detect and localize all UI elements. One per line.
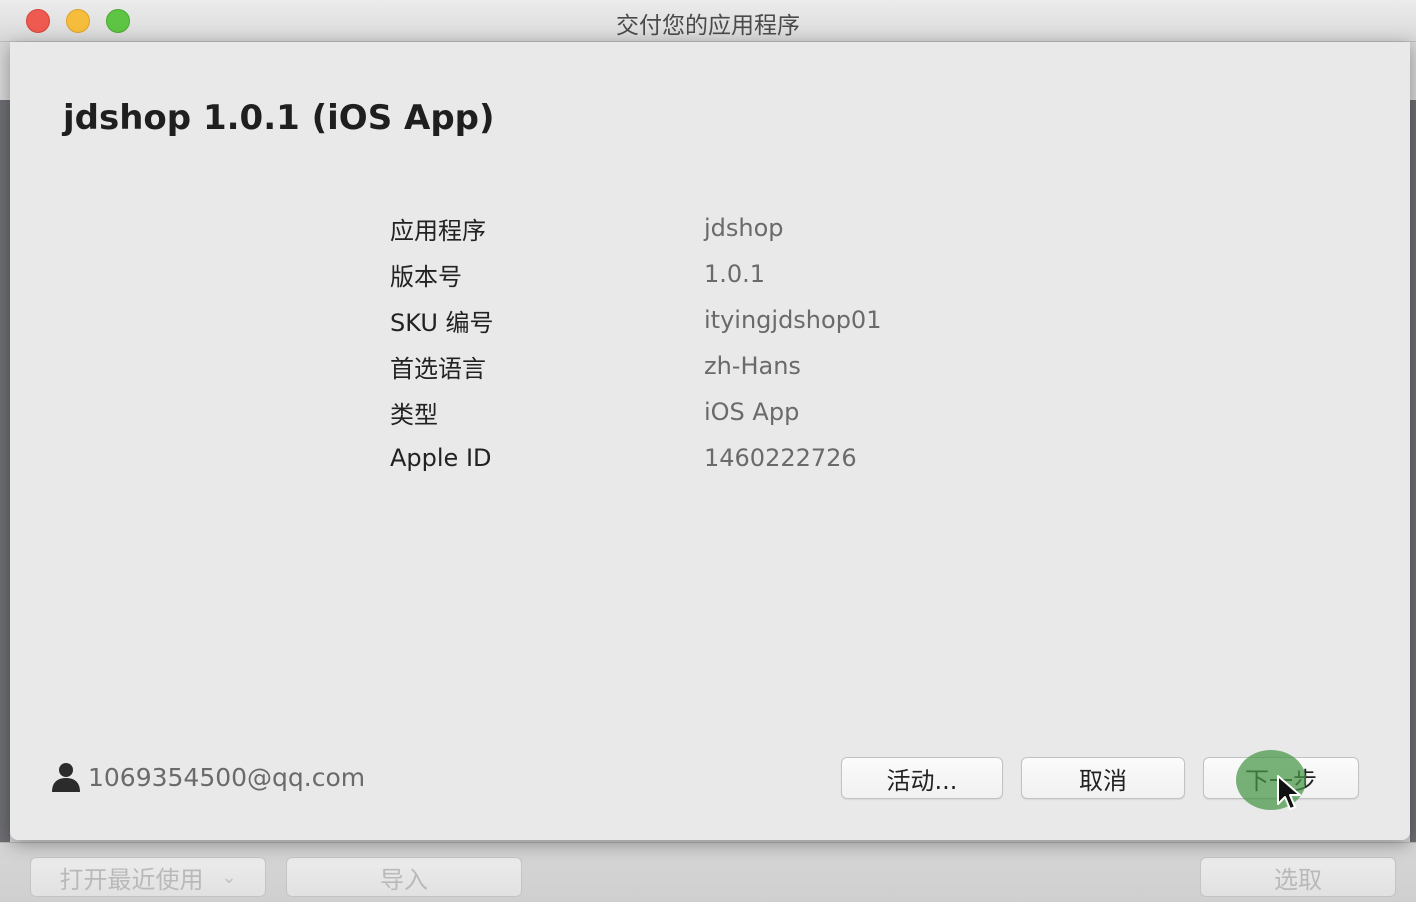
app-info-list: 应用程序 jdshop 版本号 1.0.1 SKU 编号 ityingjdsho… <box>390 205 881 481</box>
background-left-edge <box>0 100 10 845</box>
title-bar: 交付您的应用程序 <box>0 0 1416 42</box>
info-value: 1.0.1 <box>704 260 766 288</box>
info-row-app: 应用程序 jdshop <box>390 205 881 251</box>
account-info: 1069354500@qq.com <box>50 762 365 792</box>
info-value: 1460222726 <box>704 444 857 472</box>
app-heading: jdshop 1.0.1 (iOS App) <box>63 98 495 138</box>
info-label: 类型 <box>390 400 438 429</box>
info-row-sku: SKU 编号 ityingjdshop01 <box>390 297 881 343</box>
info-label: Apple ID <box>390 444 492 472</box>
info-label: 应用程序 <box>390 216 486 245</box>
activity-button[interactable]: 活动... <box>841 757 1003 799</box>
import-label: 导入 <box>380 865 428 894</box>
deliver-app-sheet: jdshop 1.0.1 (iOS App) 应用程序 jdshop 版本号 1… <box>10 42 1410 840</box>
info-row-version: 版本号 1.0.1 <box>390 251 881 297</box>
info-label: SKU 编号 <box>390 308 494 337</box>
info-label: 首选语言 <box>390 354 486 383</box>
account-email: 1069354500@qq.com <box>88 762 366 792</box>
info-row-apple-id: Apple ID 1460222726 <box>390 435 881 481</box>
choose-label: 选取 <box>1274 865 1322 894</box>
info-row-type: 类型 iOS App <box>390 389 881 435</box>
person-icon <box>52 763 80 792</box>
import-button[interactable]: 导入 <box>286 857 522 897</box>
window-title: 交付您的应用程序 <box>616 13 800 39</box>
info-value: ityingjdshop01 <box>704 306 882 334</box>
info-value: jdshop <box>704 214 784 242</box>
info-label: 版本号 <box>390 262 462 291</box>
mouse-cursor-icon <box>1277 775 1301 810</box>
info-value: iOS App <box>704 398 800 426</box>
cancel-button-label: 取消 <box>1079 766 1127 795</box>
info-value: zh-Hans <box>704 352 801 380</box>
info-row-language: 首选语言 zh-Hans <box>390 343 881 389</box>
activity-button-label: 活动... <box>886 766 958 795</box>
choose-button[interactable]: 选取 <box>1200 857 1396 897</box>
open-recent-label: 打开最近使用 <box>59 865 204 894</box>
chevron-down-icon: ⌄ <box>221 866 237 888</box>
open-recent-button[interactable]: 打开最近使用 ⌄ <box>30 857 266 897</box>
background-right-edge <box>1410 100 1416 845</box>
cancel-button[interactable]: 取消 <box>1021 757 1185 799</box>
